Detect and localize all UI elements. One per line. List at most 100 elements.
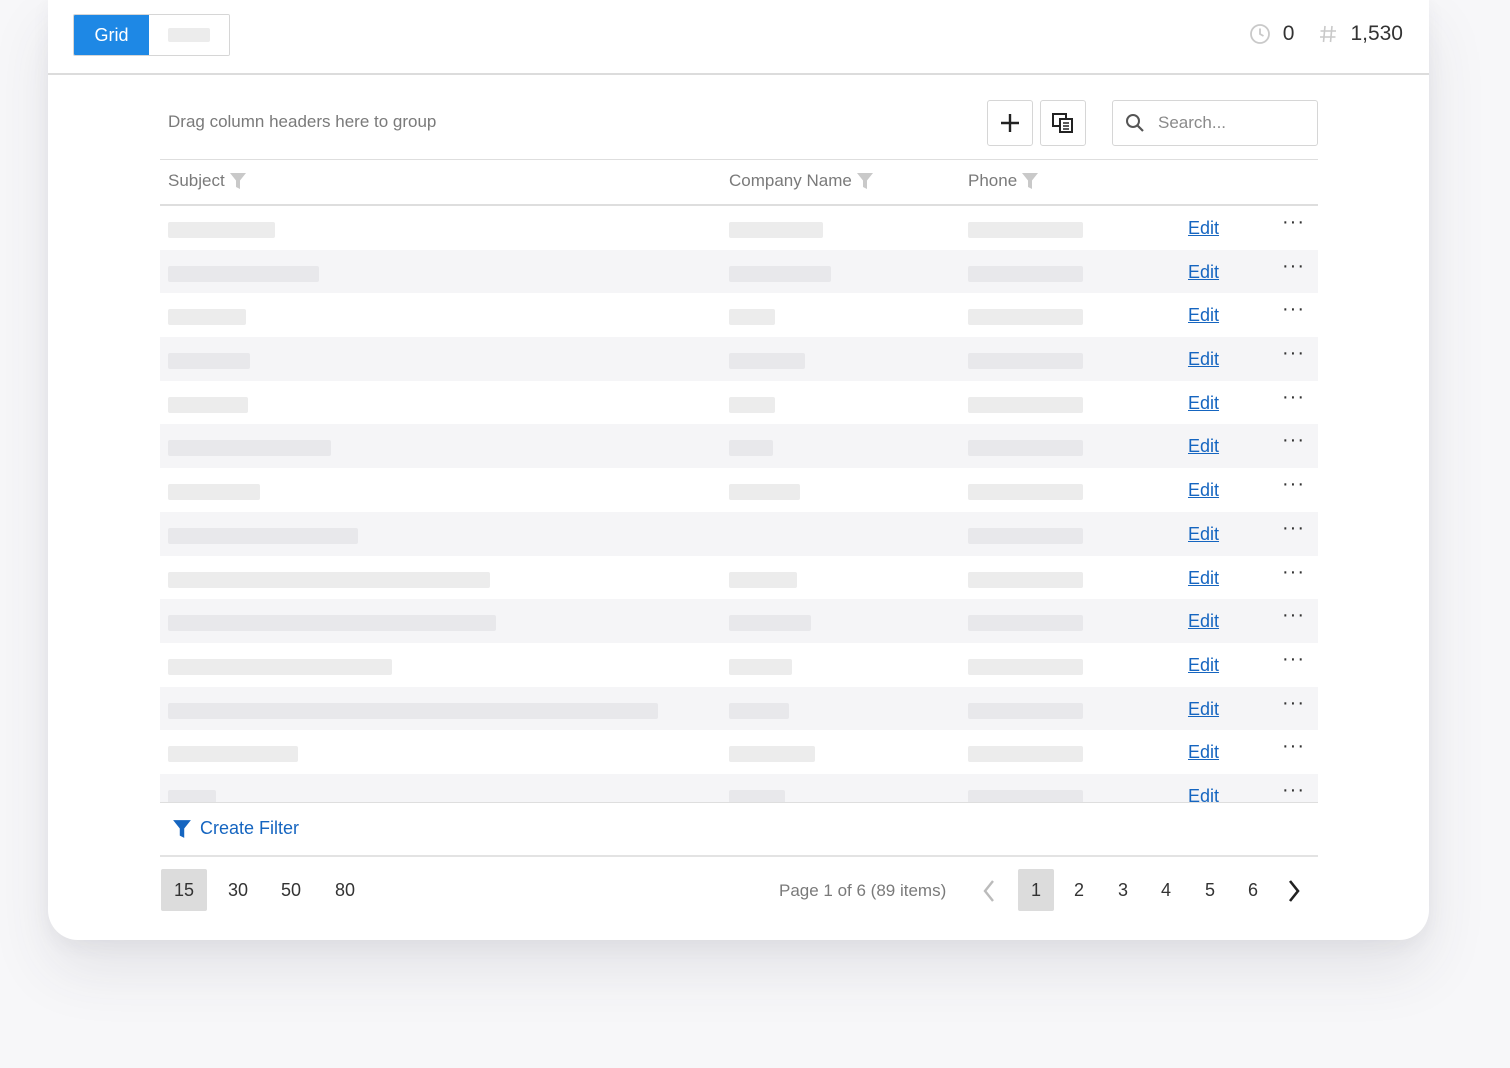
tab-secondary-view[interactable] xyxy=(149,15,229,55)
loading-placeholder xyxy=(168,309,246,326)
loading-placeholder xyxy=(968,396,1083,413)
table-row[interactable]: Edit ··· xyxy=(160,468,1318,512)
more-actions-button[interactable]: ··· xyxy=(1282,648,1305,671)
loading-placeholder xyxy=(729,353,805,370)
page-size-80[interactable]: 80 xyxy=(322,869,368,911)
table-row[interactable]: Edit ··· xyxy=(160,511,1318,556)
loading-placeholder xyxy=(168,571,490,588)
edit-link[interactable]: Edit xyxy=(1188,262,1219,283)
loading-placeholder xyxy=(168,484,260,501)
page-size-30[interactable]: 30 xyxy=(215,869,261,911)
more-actions-button[interactable]: ··· xyxy=(1282,604,1305,627)
loading-placeholder xyxy=(168,396,248,413)
edit-link[interactable]: Edit xyxy=(1188,611,1219,632)
more-actions-button[interactable]: ··· xyxy=(1282,692,1305,715)
page-5[interactable]: 5 xyxy=(1192,869,1228,911)
filter-panel: Create Filter xyxy=(160,803,1318,857)
more-actions-button[interactable]: ··· xyxy=(1282,779,1305,802)
page-size-15[interactable]: 15 xyxy=(161,869,207,911)
stats-panel: 0 1,530 xyxy=(1235,22,1403,46)
pager: 15 30 50 80 Page 1 of 6 (89 items) 1 2 3… xyxy=(160,857,1318,917)
more-actions-button[interactable]: ··· xyxy=(1282,561,1305,584)
loading-placeholder xyxy=(968,746,1083,763)
table-row[interactable]: Edit ··· xyxy=(160,206,1318,250)
column-chooser-button[interactable] xyxy=(1040,100,1086,146)
grid-card: Grid 0 1,530 Drag column headers here to… xyxy=(48,0,1429,940)
tab-grid[interactable]: Grid xyxy=(74,15,149,55)
table-row[interactable]: Edit ··· xyxy=(160,686,1318,731)
loading-placeholder xyxy=(729,396,775,413)
table-row[interactable]: Edit ··· xyxy=(160,773,1318,802)
page-4[interactable]: 4 xyxy=(1148,869,1184,911)
column-header-subject[interactable]: Subject xyxy=(168,171,247,191)
table-row[interactable]: Edit ··· xyxy=(160,556,1318,600)
edit-link[interactable]: Edit xyxy=(1188,480,1219,501)
more-actions-button[interactable]: ··· xyxy=(1282,342,1305,365)
edit-link[interactable]: Edit xyxy=(1188,655,1219,676)
more-actions-button[interactable]: ··· xyxy=(1282,298,1305,321)
table-row[interactable]: Edit ··· xyxy=(160,293,1318,337)
edit-link[interactable]: Edit xyxy=(1188,742,1219,763)
loading-placeholder xyxy=(729,571,797,588)
create-filter-button[interactable]: Create Filter xyxy=(172,818,299,839)
edit-link[interactable]: Edit xyxy=(1188,305,1219,326)
page-2[interactable]: 2 xyxy=(1061,869,1097,911)
page-3[interactable]: 3 xyxy=(1105,869,1141,911)
edit-link[interactable]: Edit xyxy=(1188,699,1219,720)
add-row-button[interactable] xyxy=(987,100,1033,146)
data-grid: Drag column headers here to group Search… xyxy=(160,100,1318,917)
chevron-right-icon xyxy=(1288,880,1300,902)
table-row[interactable]: Edit ··· xyxy=(160,381,1318,425)
table-row[interactable]: Edit ··· xyxy=(160,599,1318,643)
edit-link[interactable]: Edit xyxy=(1188,349,1219,370)
table-row[interactable]: Edit ··· xyxy=(160,424,1318,469)
more-actions-button[interactable]: ··· xyxy=(1282,429,1305,452)
filter-icon[interactable] xyxy=(229,172,247,190)
table-row[interactable]: Edit ··· xyxy=(160,643,1318,687)
table-row[interactable]: Edit ··· xyxy=(160,337,1318,381)
edit-link[interactable]: Edit xyxy=(1188,568,1219,589)
search-box xyxy=(1112,100,1318,146)
edit-link[interactable]: Edit xyxy=(1188,524,1219,545)
more-actions-button[interactable]: ··· xyxy=(1282,517,1305,540)
more-actions-button[interactable]: ··· xyxy=(1282,473,1305,496)
create-filter-label: Create Filter xyxy=(200,818,300,838)
filter-icon[interactable] xyxy=(1021,172,1039,190)
more-actions-button[interactable]: ··· xyxy=(1282,386,1305,409)
loading-placeholder xyxy=(729,702,789,719)
edit-link[interactable]: Edit xyxy=(1188,218,1219,239)
pending-count-value: 0 xyxy=(1282,22,1295,45)
more-actions-button[interactable]: ··· xyxy=(1282,735,1305,758)
next-page-button[interactable] xyxy=(1282,877,1306,905)
loading-placeholder xyxy=(968,615,1083,632)
table-row[interactable]: Edit ··· xyxy=(160,249,1318,294)
table-body: Edit ··· Edit ··· Edit ··· Edit ··· Edit… xyxy=(160,206,1318,803)
prev-page-button[interactable] xyxy=(977,877,1001,905)
clock-icon xyxy=(1249,24,1270,44)
loading-placeholder xyxy=(968,702,1083,719)
column-header-phone[interactable]: Phone xyxy=(968,171,1039,191)
loading-placeholder xyxy=(729,265,831,282)
search-input[interactable] xyxy=(1156,112,1310,134)
page-size-50[interactable]: 50 xyxy=(268,869,314,911)
column-header-company-name[interactable]: Company Name xyxy=(729,171,874,191)
view-toggle: Grid xyxy=(73,14,230,56)
loading-placeholder xyxy=(968,353,1083,370)
edit-link[interactable]: Edit xyxy=(1188,436,1219,457)
filter-icon[interactable] xyxy=(856,172,874,190)
loading-placeholder xyxy=(729,615,811,632)
loading-placeholder xyxy=(729,222,823,238)
edit-link[interactable]: Edit xyxy=(1188,393,1219,414)
page-info: Page 1 of 6 (89 items) xyxy=(779,881,947,900)
group-panel[interactable]: Drag column headers here to group xyxy=(160,100,1318,160)
top-toolbar: Grid 0 1,530 xyxy=(48,0,1429,75)
page-6[interactable]: 6 xyxy=(1235,869,1271,911)
search-icon xyxy=(1126,114,1144,132)
page-1[interactable]: 1 xyxy=(1018,869,1054,911)
hash-icon xyxy=(1320,25,1337,43)
more-actions-button[interactable]: ··· xyxy=(1282,211,1305,234)
more-actions-button[interactable]: ··· xyxy=(1282,255,1305,278)
table-row[interactable]: Edit ··· xyxy=(160,730,1318,774)
edit-link[interactable]: Edit xyxy=(1188,786,1219,802)
loading-placeholder xyxy=(168,440,331,457)
